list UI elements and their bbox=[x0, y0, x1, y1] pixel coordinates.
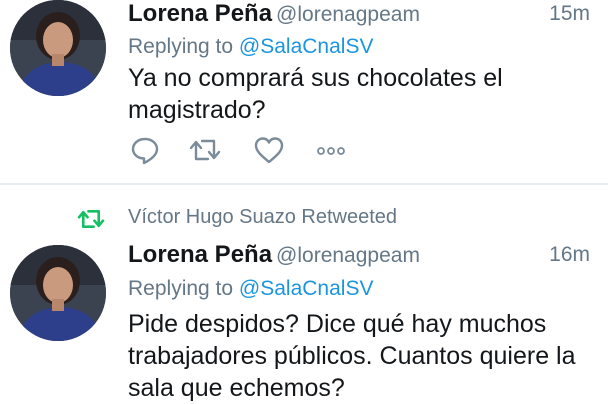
avatar[interactable] bbox=[10, 0, 106, 96]
like-button[interactable] bbox=[252, 133, 286, 167]
replying-prefix: Replying to bbox=[128, 277, 234, 300]
author-name[interactable]: Lorena Peña bbox=[128, 0, 272, 27]
reply-button[interactable] bbox=[128, 133, 162, 167]
tweet-text: Pide despidos? Dice qué hay muchos traba… bbox=[128, 310, 576, 402]
reply-icon bbox=[131, 137, 159, 165]
more-icon bbox=[317, 147, 345, 155]
retweet-context-label[interactable]: Víctor Hugo Suazo Retweeted bbox=[128, 206, 397, 229]
author-handle[interactable]: @lorenagpeam bbox=[276, 3, 420, 26]
replying-mention-link[interactable]: @SalaCnalSV bbox=[239, 277, 374, 300]
author-handle[interactable]: @lorenagpeam bbox=[276, 244, 420, 267]
retweet-icon bbox=[77, 210, 105, 228]
tweet-header: Lorena Peña @lorenagpeam 16m bbox=[128, 241, 590, 273]
retweet-icon bbox=[189, 139, 221, 161]
replying-to: Replying to @SalaCnalSV bbox=[128, 35, 373, 59]
tweet-header: Lorena Peña @lorenagpeam 15m bbox=[128, 0, 590, 32]
replying-to: Replying to @SalaCnalSV bbox=[128, 277, 373, 301]
timestamp[interactable]: 15m bbox=[549, 2, 590, 26]
avatar-photo bbox=[10, 0, 106, 96]
like-icon bbox=[254, 137, 284, 164]
replying-mention-link[interactable]: @SalaCnalSV bbox=[239, 35, 374, 58]
avatar[interactable] bbox=[10, 245, 106, 341]
tweet-text: Ya no comprará sus chocolates el magistr… bbox=[128, 64, 503, 124]
tweet-item[interactable]: Víctor Hugo Suazo Retweeted Lorena Peña @… bbox=[0, 185, 608, 402]
more-options-button[interactable] bbox=[314, 133, 348, 167]
replying-prefix: Replying to bbox=[128, 35, 234, 58]
retweet-button[interactable] bbox=[188, 133, 222, 167]
tweet-item[interactable]: Lorena Peña @lorenagpeam 15m Replying to … bbox=[0, 0, 608, 183]
timestamp[interactable]: 16m bbox=[549, 243, 590, 267]
author-name[interactable]: Lorena Peña bbox=[128, 241, 272, 268]
avatar-photo bbox=[10, 245, 106, 341]
